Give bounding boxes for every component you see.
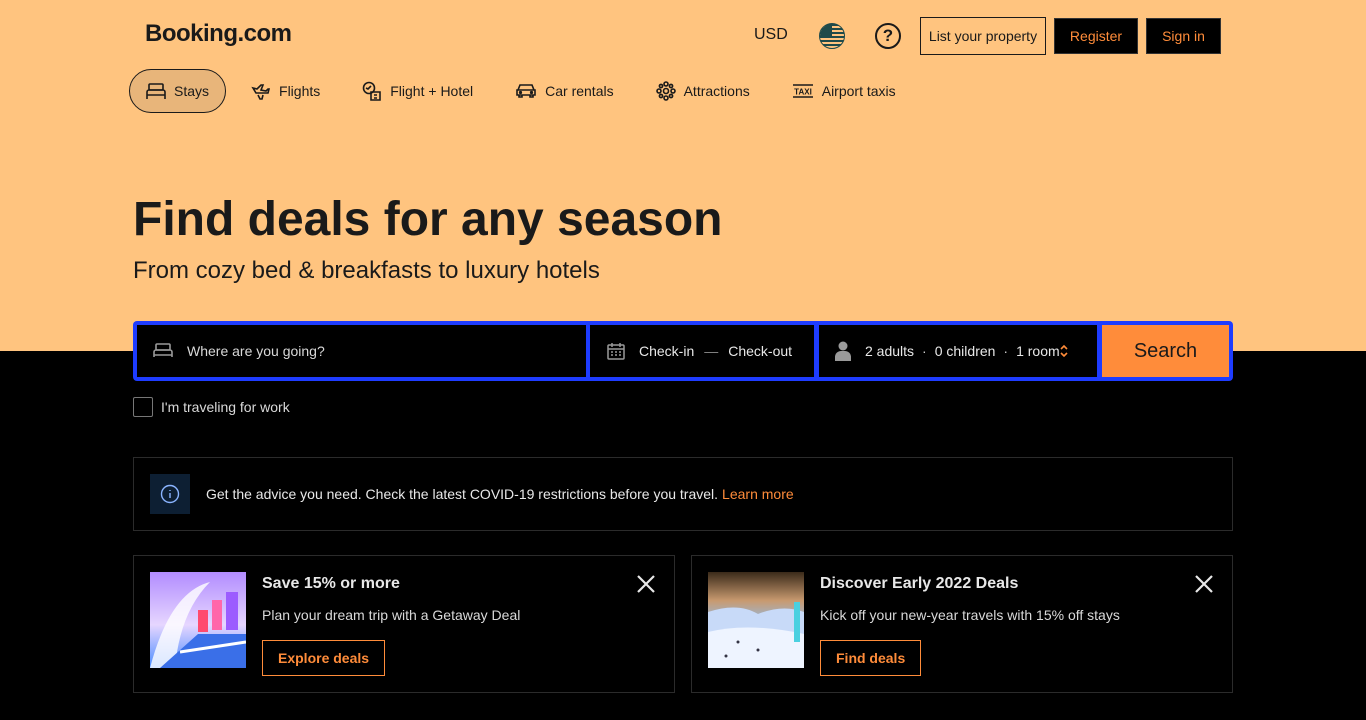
currency-selector[interactable]: USD — [754, 26, 788, 44]
nav-item-flight-hotel[interactable]: Flight + Hotel — [345, 69, 490, 113]
promo-card: Save 15% or more Plan your dream trip wi… — [133, 555, 675, 693]
nav-item-label: Flights — [279, 83, 321, 99]
flight-hotel-icon — [362, 81, 382, 101]
page-title: Find deals for any season — [133, 193, 723, 246]
bed-icon — [153, 343, 173, 357]
calendar-icon — [607, 343, 625, 360]
find-deals-button[interactable]: Find deals — [820, 640, 922, 676]
learn-more-link[interactable]: Learn more — [722, 486, 794, 502]
product-nav: Stays Flights Flight + Hotel Car rentals… — [129, 69, 921, 113]
language-flag-icon[interactable] — [819, 23, 845, 49]
nav-item-attractions[interactable]: Attractions — [639, 69, 767, 113]
nav-item-label: Car rentals — [545, 83, 614, 99]
search-bar: Check-in — Check-out 2 adults · 0 childr… — [133, 321, 1233, 381]
bed-icon — [146, 83, 166, 99]
car-icon — [516, 84, 536, 98]
plane-icon — [251, 84, 271, 100]
explore-deals-button[interactable]: Explore deals — [262, 640, 386, 676]
nav-item-label: Flight + Hotel — [390, 83, 474, 99]
advice-text-wrap: Get the advice you need. Check the lates… — [206, 486, 794, 502]
nav-item-airport-taxis[interactable]: TAXI Airport taxis — [775, 69, 913, 113]
check-in-label: Check-in — [639, 343, 695, 359]
adults-count: 2 adults — [865, 343, 915, 359]
close-icon[interactable] — [636, 574, 656, 594]
date-field[interactable]: Check-in — Check-out — [590, 325, 814, 377]
nav-item-car-rentals[interactable]: Car rentals — [498, 69, 630, 113]
check-out-label: Check-out — [728, 343, 793, 359]
svg-text:TAXI: TAXI — [794, 88, 812, 97]
help-icon[interactable]: ? — [875, 23, 901, 49]
nav-item-label: Airport taxis — [821, 83, 896, 99]
page-subtitle: From cozy bed & breakfasts to luxury hot… — [133, 257, 600, 284]
card-description: Plan your dream trip with a Getaway Deal — [262, 607, 521, 623]
nav-item-flights[interactable]: Flights — [234, 69, 337, 113]
date-separator: — — [704, 343, 719, 359]
person-icon — [835, 341, 851, 361]
sign-in-button[interactable]: Sign in — [1146, 18, 1221, 54]
info-icon — [150, 474, 190, 514]
list-property-button[interactable]: List your property — [920, 17, 1046, 55]
search-button[interactable]: Search — [1102, 325, 1229, 377]
covid-advice-banner: Get the advice you need. Check the lates… — [133, 457, 1233, 531]
card-title: Save 15% or more — [262, 575, 400, 592]
advice-text: Get the advice you need. Check the lates… — [206, 486, 719, 502]
promo-image — [150, 572, 246, 668]
guests-field[interactable]: 2 adults · 0 children · 1 room — [819, 325, 1097, 377]
work-travel-option[interactable]: I'm traveling for work — [133, 397, 290, 417]
promo-card: Discover Early 2022 Deals Kick off your … — [691, 555, 1233, 693]
nav-item-stays[interactable]: Stays — [129, 69, 227, 113]
destination-input[interactable] — [187, 343, 547, 359]
children-count: 0 children — [934, 343, 996, 359]
separator-dot: · — [922, 343, 927, 359]
attractions-icon — [655, 81, 676, 101]
nav-item-label: Stays — [174, 83, 210, 99]
chevron-up-down-icon — [1060, 344, 1068, 358]
destination-field[interactable] — [137, 325, 586, 377]
work-travel-label: I'm traveling for work — [161, 399, 290, 415]
separator-dot: · — [1003, 343, 1009, 359]
work-travel-checkbox[interactable] — [133, 397, 153, 417]
taxi-icon: TAXI — [792, 84, 813, 98]
register-button[interactable]: Register — [1054, 18, 1138, 54]
close-icon[interactable] — [1194, 574, 1214, 594]
rooms-count: 1 room — [1016, 343, 1060, 359]
booking-logo[interactable]: Booking.com — [145, 20, 292, 48]
card-title: Discover Early 2022 Deals — [820, 575, 1019, 592]
promo-image — [708, 572, 804, 668]
card-description: Kick off your new-year travels with 15% … — [820, 607, 1120, 623]
nav-item-label: Attractions — [683, 83, 750, 99]
